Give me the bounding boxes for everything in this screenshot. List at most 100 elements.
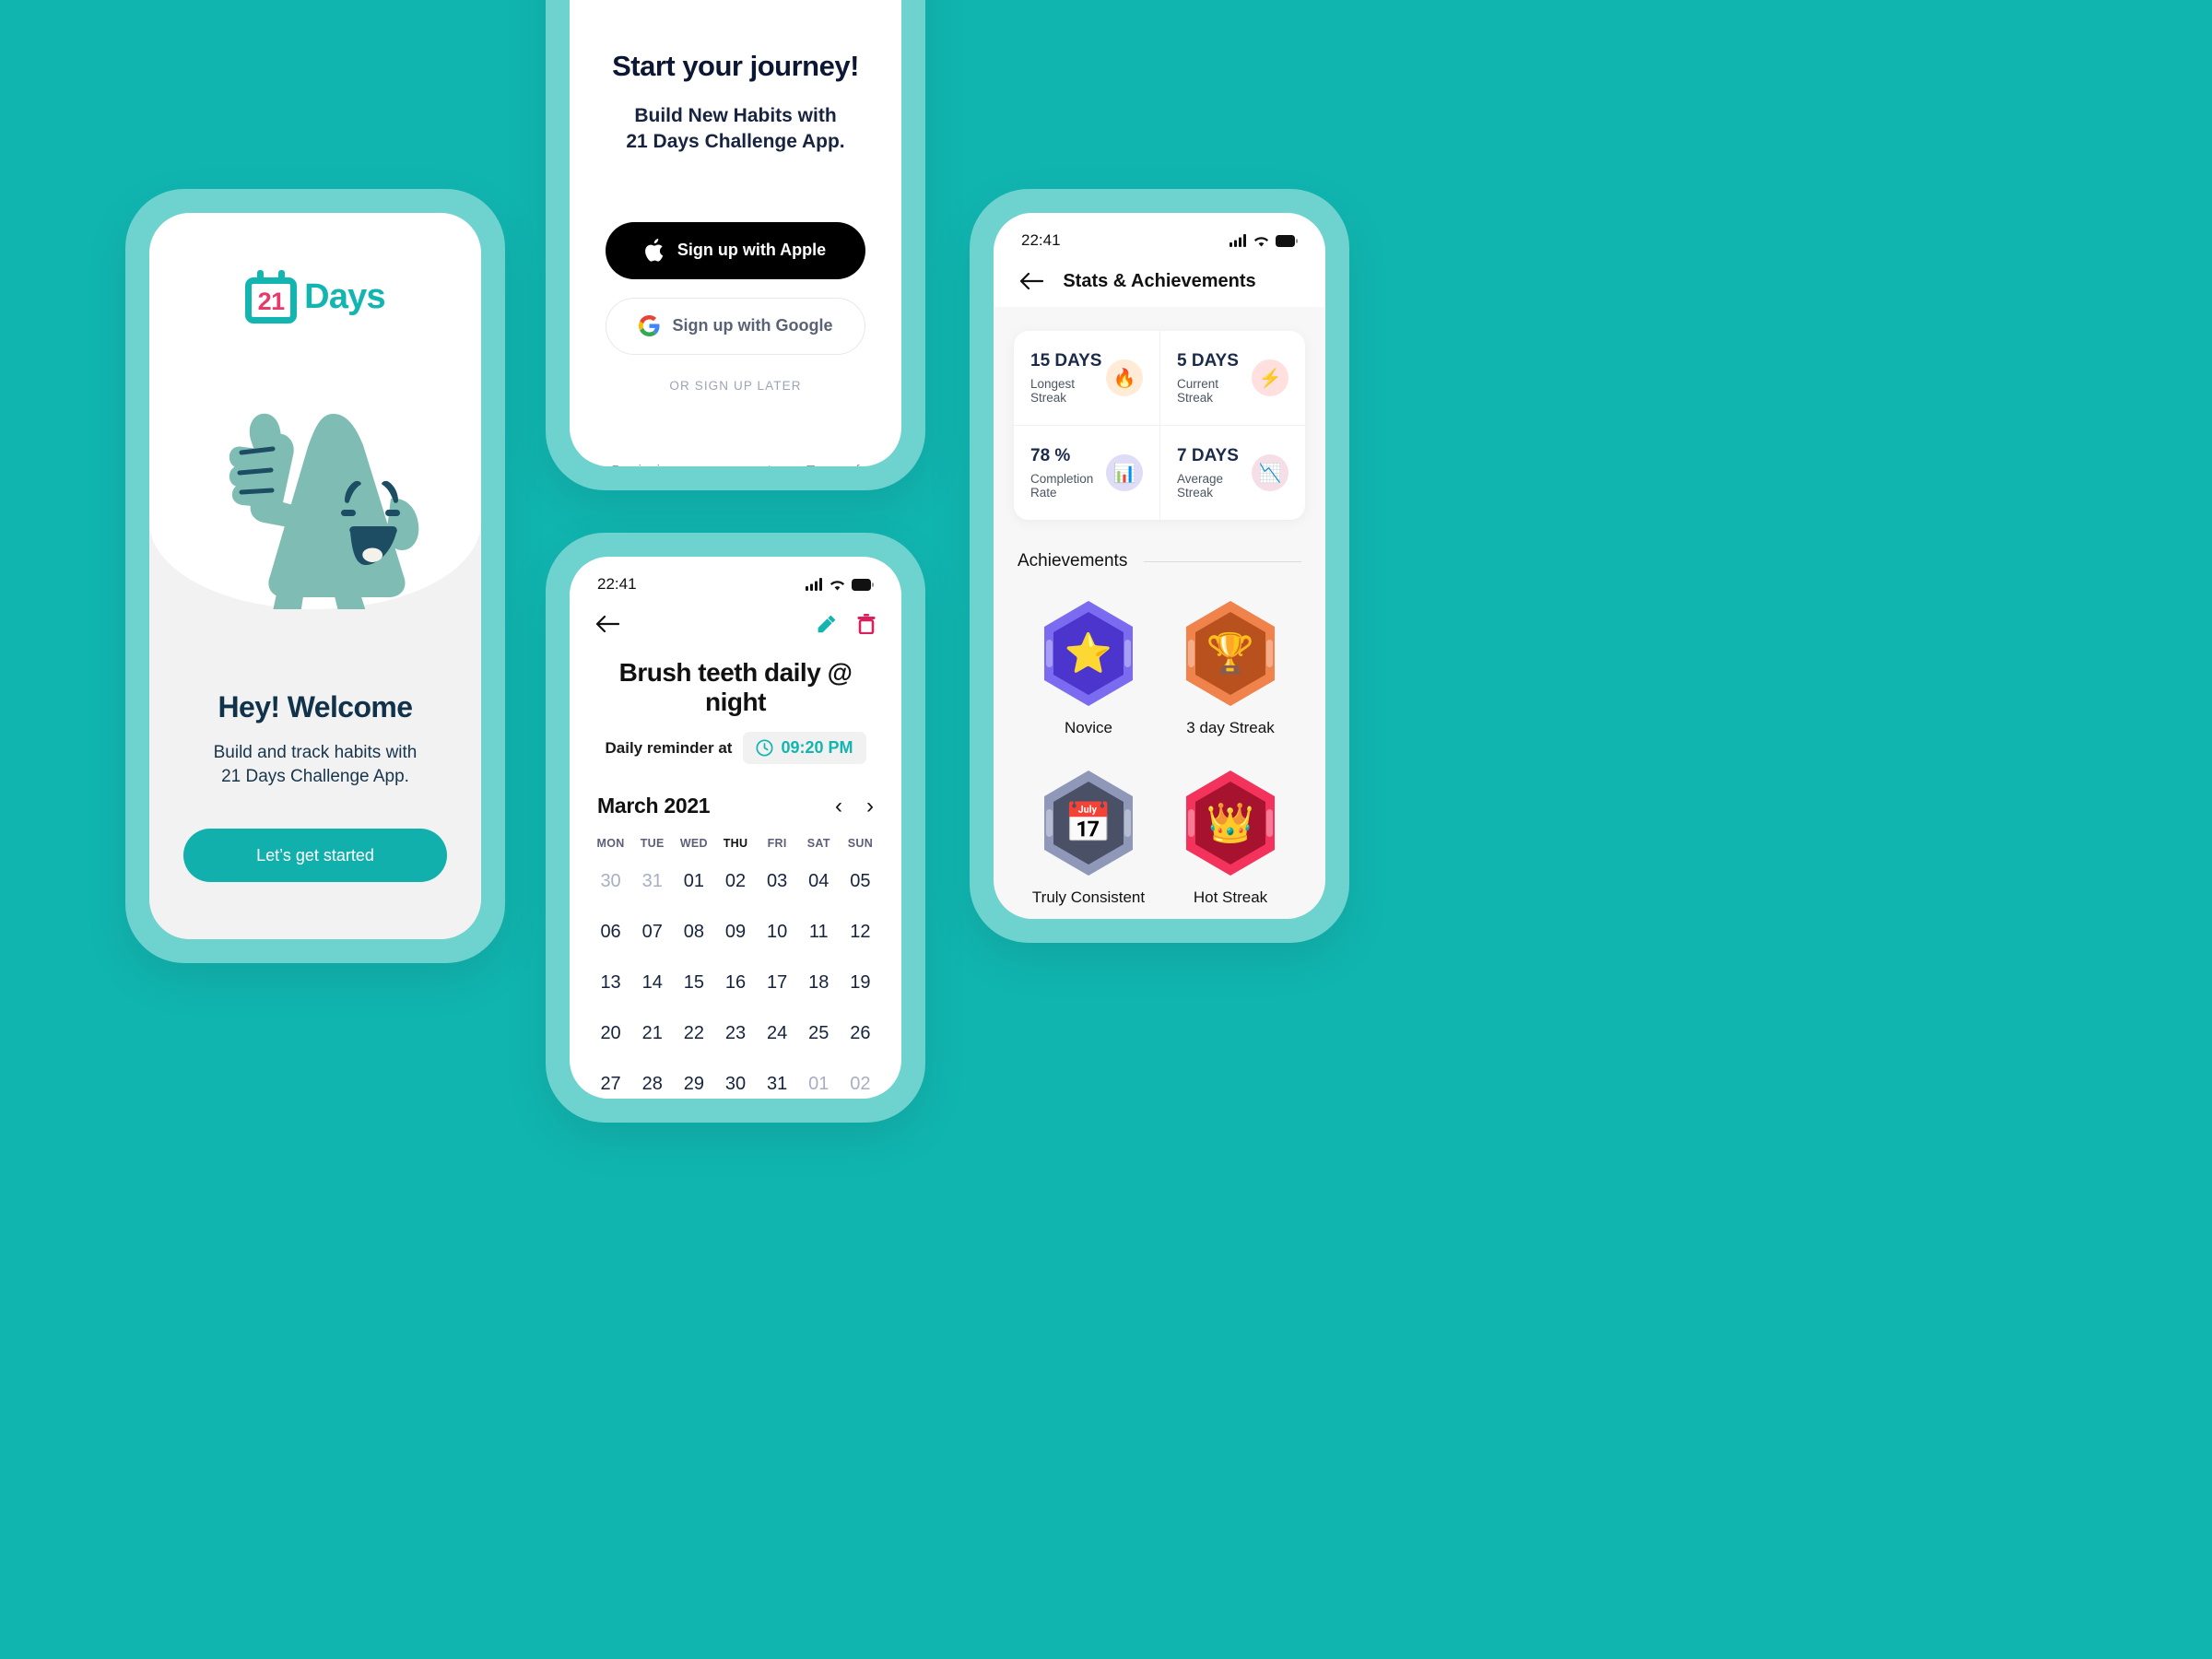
status-time: 22:41: [597, 575, 637, 593]
phone-stats-screen: 22:41 Stats & Achievements 15 DAYS Longe…: [970, 189, 1349, 943]
signup-later-link[interactable]: OR SIGN UP LATER: [603, 379, 868, 393]
calendar-day-cell[interactable]: 14: [631, 964, 673, 1002]
logo-wordmark: Days: [304, 276, 385, 316]
calendar-day-cell[interactable]: 12: [840, 913, 881, 951]
signup-title: Start your journey!: [612, 50, 859, 82]
stat-label: Average Streak: [1177, 472, 1224, 500]
calendar-week-row: 30 31 01 02 03 04 05: [590, 863, 881, 900]
back-arrow-icon[interactable]: [595, 615, 619, 633]
calendar-day-cell[interactable]: 20: [590, 1015, 631, 1053]
calendar-dow-thu: THU: [723, 837, 748, 850]
reminder-time: 09:20 PM: [781, 738, 853, 757]
calendar-day-cell[interactable]: 25: [798, 1015, 840, 1053]
calendar-day-cell[interactable]: 03: [757, 863, 798, 900]
calendar-day-cell[interactable]: 13: [590, 964, 631, 1002]
calendar-day-cell[interactable]: 28: [631, 1065, 673, 1099]
signup-google-label: Sign up with Google: [672, 316, 833, 335]
calendar-prev-button[interactable]: ‹: [835, 794, 842, 818]
battery-icon: [852, 579, 874, 591]
signup-screen: Start your journey! Build New Habits wit…: [570, 0, 901, 466]
stat-icon: 📉: [1252, 454, 1288, 491]
calendar-day-cell[interactable]: 21: [631, 1015, 673, 1053]
stat-label: Current Streak: [1177, 377, 1219, 405]
calendar-day-cell[interactable]: 09: [714, 913, 756, 951]
canvas: 21 Days Hey! Welcome Build and track hab…: [0, 0, 2212, 1659]
calendar-next-button[interactable]: ›: [866, 794, 874, 818]
terms-line1: By signing up, you agree to our Terms of: [611, 463, 859, 466]
calendar-day-cell[interactable]: 01: [673, 863, 714, 900]
calendar-day-cell[interactable]: 04: [798, 863, 840, 900]
calendar-day-cell[interactable]: 29: [673, 1065, 714, 1099]
signup-subtitle: Build New Habits with 21 Days Challenge …: [603, 103, 868, 156]
habit-detail-screen: 22:41 Brush teeth daily @ night Daily re…: [570, 557, 901, 1099]
calendar-day-cell[interactable]: 02: [840, 1065, 881, 1099]
stats-nav-row: Stats & Achievements: [994, 250, 1325, 291]
calendar-day-cell[interactable]: 19: [840, 964, 881, 1002]
calendar-grid: 30 31 01 02 03 04 05 06 07 08 09 10 11 12 13 14 15 16 17 18…: [570, 863, 901, 1099]
calendar-dow-sun: SUN: [847, 837, 874, 850]
calendar-day-cell[interactable]: 30: [714, 1065, 756, 1099]
calendar-day-cell[interactable]: 31: [757, 1065, 798, 1099]
calendar-day-cell[interactable]: 07: [631, 913, 673, 951]
calendar-dow-tue: TUE: [640, 837, 665, 850]
welcome-subtitle-line1: Build and track habits with: [213, 743, 418, 762]
crown-badge: 👑: [1181, 769, 1280, 877]
pencil-icon[interactable]: [817, 614, 837, 634]
calendar-day-cell[interactable]: 06: [590, 913, 631, 951]
calendar-day-cell[interactable]: 22: [673, 1015, 714, 1053]
stats-page-title: Stats & Achievements: [1063, 270, 1256, 291]
signup-subtitle-line1: Build New Habits with: [634, 105, 837, 126]
calendar-week-row: 20 21 22 23 24 25 26: [590, 1015, 881, 1053]
stat-value: 15 DAYS: [1030, 351, 1102, 371]
achievement-item[interactable]: 👑 Hot Streak: [1159, 769, 1301, 907]
reminder-time-chip[interactable]: 09:20 PM: [743, 732, 866, 764]
achievement-item[interactable]: ⭐ Novice: [1018, 599, 1159, 737]
google-icon: [638, 315, 660, 337]
achievements-heading-row: Achievements: [1018, 551, 1301, 571]
signup-apple-button[interactable]: Sign up with Apple: [606, 221, 865, 279]
welcome-hero: 21 Days: [149, 213, 481, 688]
welcome-subtitle-line2: 21 Days Challenge App.: [221, 767, 409, 787]
calendar-day-cell[interactable]: 01: [798, 1065, 840, 1099]
achievements-grid: ⭐ Novice 🏆 3 day Streak 📅 Truly Consistent 👑 Ho…: [1018, 599, 1301, 907]
achievement-item[interactable]: 🏆 3 day Streak: [1159, 599, 1301, 737]
stat-icon: 📊: [1106, 454, 1143, 491]
calendar-day-cell[interactable]: 16: [714, 964, 756, 1002]
achievement-item[interactable]: 📅 Truly Consistent: [1018, 769, 1159, 907]
calendar-day-cell[interactable]: 08: [673, 913, 714, 951]
calendar-day-cell[interactable]: 30: [590, 863, 631, 900]
calendar-header: March 2021 ‹ ›: [597, 794, 874, 818]
welcome-screen: 21 Days Hey! Welcome Build and track hab…: [149, 213, 481, 939]
logo-number: 21: [257, 287, 286, 315]
calendar-day-cell[interactable]: 23: [714, 1015, 756, 1053]
get-started-button[interactable]: Let’s get started: [183, 829, 447, 882]
app-logo: 21 Days: [149, 213, 481, 324]
calendar-day-cell[interactable]: 27: [590, 1065, 631, 1099]
wifi-icon: [1253, 237, 1269, 247]
battery-icon: [1276, 235, 1298, 247]
status-time: 22:41: [1021, 231, 1061, 249]
calendar-week-row: 06 07 08 09 10 11 12: [590, 913, 881, 951]
calendar-day-cell[interactable]: 24: [757, 1015, 798, 1053]
calendar-month-label: March 2021: [597, 794, 711, 818]
cellular-signal-icon: [1230, 234, 1246, 247]
calendar-day-cell[interactable]: 02: [714, 863, 756, 900]
calendar-day-cell[interactable]: 05: [840, 863, 881, 900]
calendar-week-row: 27 28 29 30 31 01 02: [590, 1065, 881, 1099]
achievement-name: Novice: [1065, 719, 1112, 736]
calendar-dow-wed: WED: [679, 837, 708, 850]
back-arrow-icon[interactable]: [1019, 272, 1043, 290]
calendar-day-cell[interactable]: 17: [757, 964, 798, 1002]
calendar-day-cell[interactable]: 18: [798, 964, 840, 1002]
trash-icon[interactable]: [857, 614, 876, 634]
calendar-day-cell[interactable]: 31: [631, 863, 673, 900]
stats-header: 22:41 Stats & Achievements: [994, 213, 1325, 307]
signup-google-button[interactable]: Sign up with Google: [606, 297, 865, 355]
calendar-day-cell[interactable]: 10: [757, 913, 798, 951]
achievement-name: Hot Streak: [1193, 888, 1268, 906]
calendar-day-cell[interactable]: 26: [840, 1015, 881, 1053]
calendar-day-cell[interactable]: 15: [673, 964, 714, 1002]
habit-title: Brush teeth daily @ night: [618, 658, 853, 716]
calendar-day-cell[interactable]: 11: [798, 913, 840, 951]
signup-apple-label: Sign up with Apple: [677, 241, 827, 260]
